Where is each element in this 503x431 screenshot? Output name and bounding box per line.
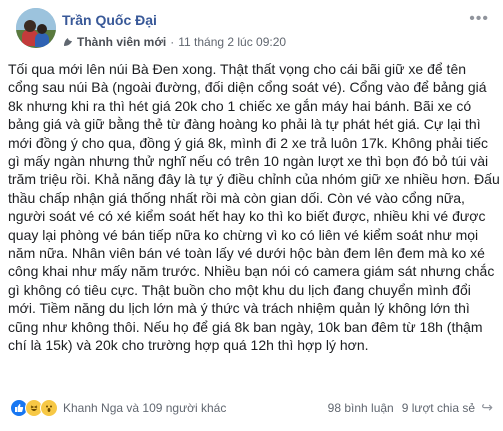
author-name-link[interactable]: Trần Quốc Đại [62,12,157,28]
reactions-text[interactable]: Khanh Nga và 109 người khác [63,401,226,415]
post-meta: Thành viên mới · 11 tháng 2 lúc 09:20 [62,35,286,49]
post-footer: Khanh Nga và 109 người khác 98 bình luận… [0,393,503,423]
post-body-text: Tối qua mới lên núi Bà Đen xong. Thật th… [8,61,500,354]
meta-separator: · [170,35,175,49]
wow-icon [40,399,58,417]
new-member-badge-icon [62,36,74,48]
member-role[interactable]: Thành viên mới [77,35,166,49]
avatar[interactable] [16,8,56,48]
share-arrow-icon[interactable]: ↪ [481,399,493,416]
post-header: Trần Quốc Đại Thành viên mới · 11 tháng … [0,0,503,56]
post-timestamp[interactable]: 11 tháng 2 lúc 09:20 [178,35,286,49]
post-card: Trần Quốc Đại Thành viên mới · 11 tháng … [0,0,503,431]
shares-count[interactable]: 9 lượt chia sẻ [402,401,475,415]
more-options-icon[interactable]: ••• [469,11,489,27]
engagement-counts: 98 bình luận 9 lượt chia sẻ ↪ [328,399,493,415]
reactions-summary[interactable]: Khanh Nga và 109 người khác [10,399,226,417]
comments-count[interactable]: 98 bình luận [328,401,394,415]
